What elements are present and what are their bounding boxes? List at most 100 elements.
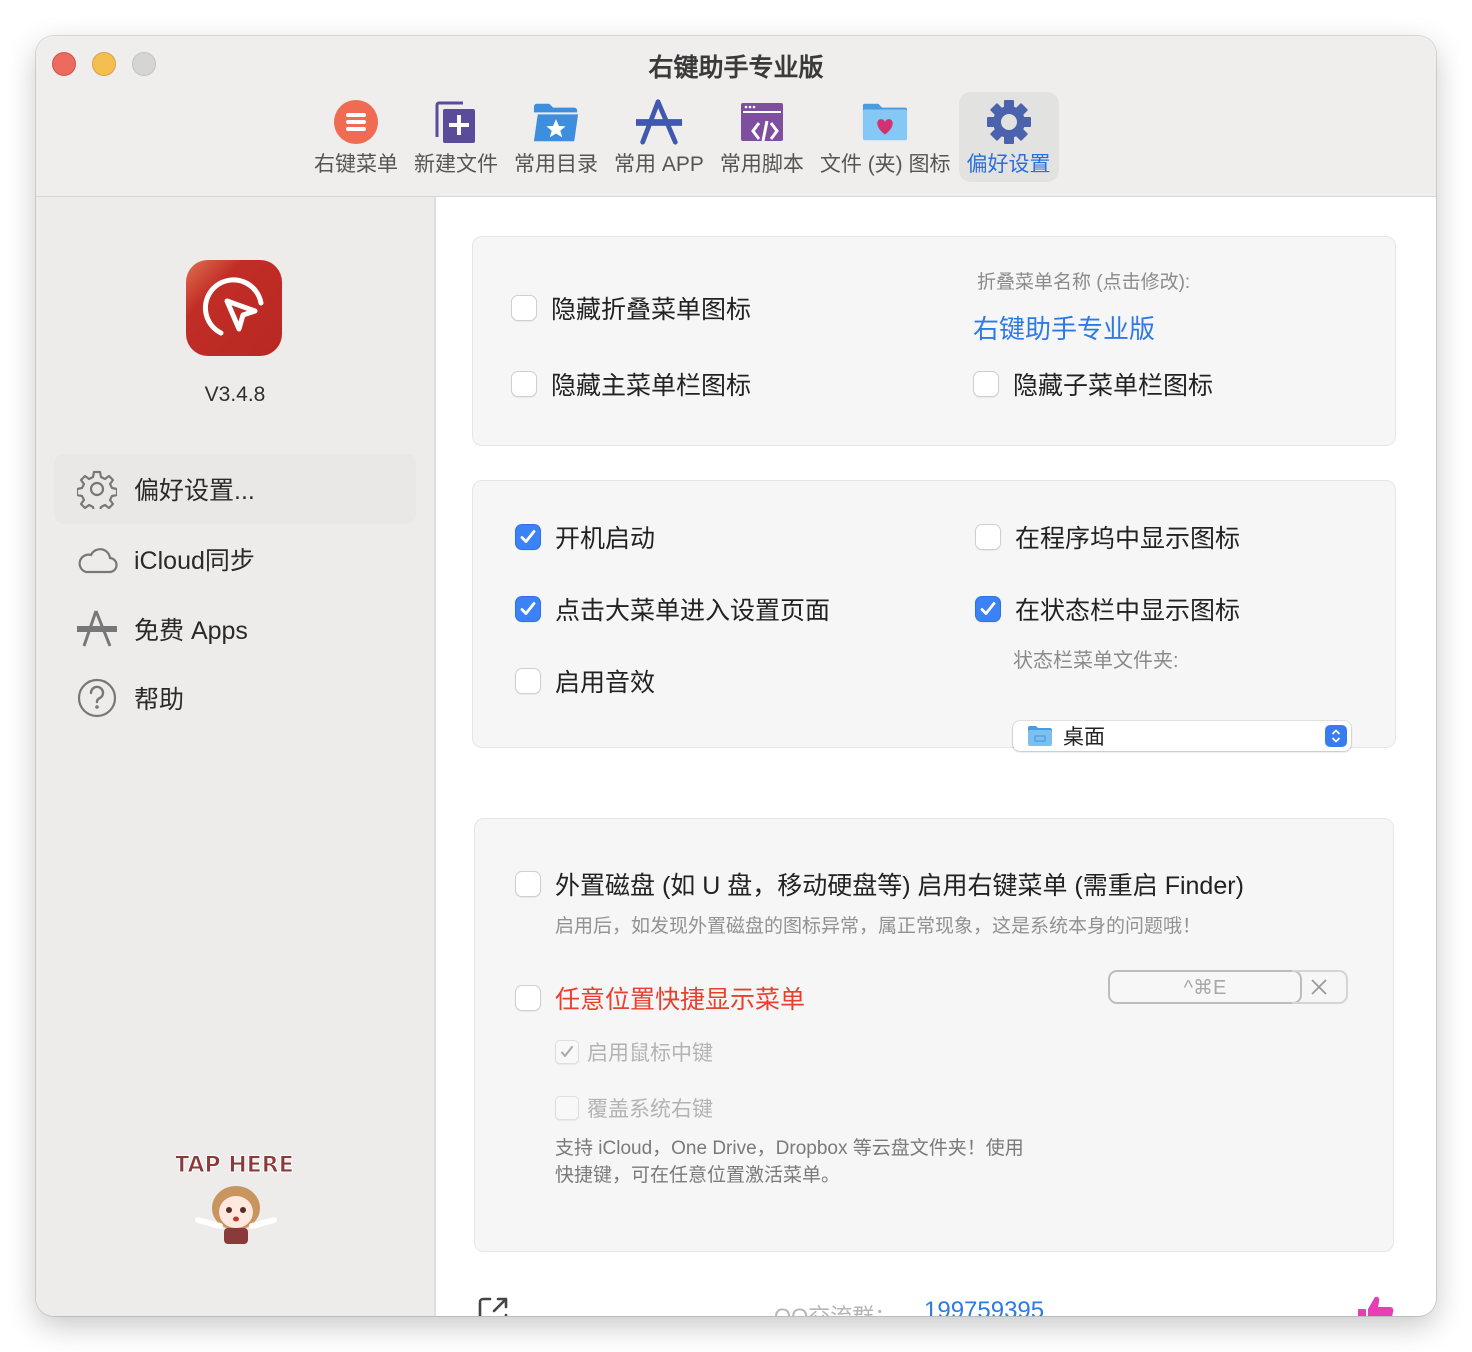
sidebar: V3.4.8 偏好设置... iCloud同步 免费 Apps 帮助 TAP H… [36,197,436,1316]
checkbox-label: 开机启动 [555,525,656,553]
tab-label: 新建文件 [414,153,498,176]
show-in-dock-checkbox[interactable]: 在程序坞中显示图标 [975,519,1240,555]
checkbox [555,1096,579,1120]
favorite-folder-icon [532,98,580,146]
note-line: 支持 iCloud，One Drive，Dropbox 等云盘文件夹！使用 [555,1138,1024,1159]
enable-sound-checkbox[interactable]: 启用音效 [515,663,655,699]
app-store-icon [635,98,683,146]
tab-favorite-apps[interactable]: 常用 APP [606,92,712,182]
collapse-menu-name-link[interactable]: 右键助手专业版 [973,309,1155,346]
checkbox-label: 覆盖系统右键 [587,1098,713,1121]
clear-shortcut-button[interactable] [1292,970,1348,1004]
checkbox[interactable] [975,596,1001,622]
app-window: 右键助手专业版 右键菜单 新建文件 常用目录 常用 APP 常用脚本 文件 (夹… [36,36,1436,1316]
app-version: V3.4.8 [204,383,266,406]
window-title: 右键助手专业版 [648,54,824,82]
checkmark-icon [561,1046,573,1057]
tab-new-file[interactable]: 新建文件 [406,92,506,182]
statusbar-folder-hint: 状态栏菜单文件夹: [1013,650,1179,672]
checkbox[interactable] [515,668,541,694]
tab-label: 常用脚本 [719,153,804,176]
checkbox-label: 隐藏折叠菜单图标 [551,296,752,324]
help-icon [76,677,118,719]
gear-icon [985,98,1033,146]
hide-submenu-icon-checkbox[interactable]: 隐藏子菜单栏图标 [973,366,1213,402]
statusbar-folder-select[interactable]: 桌面 [1013,721,1351,751]
tab-label: 常用 APP [614,153,704,176]
toolbar: 右键菜单 新建文件 常用目录 常用 APP 常用脚本 文件 (夹) 图标 偏好设… [306,92,1059,182]
external-link-icon [478,1297,508,1316]
checkbox [555,1040,579,1064]
checkbox[interactable] [973,371,999,397]
cloud-folder-note: 支持 iCloud，One Drive，Dropbox 等云盘文件夹！使用 快捷… [555,1135,1024,1189]
script-icon [738,98,786,146]
override-right-click-checkbox: 覆盖系统右键 [555,1093,713,1123]
thumbs-up-icon [1358,1296,1394,1316]
click-big-menu-checkbox[interactable]: 点击大菜单进入设置页面 [515,591,830,627]
gear-icon [76,468,118,510]
app-logo [186,260,282,356]
checkbox[interactable] [511,295,537,321]
general-settings-group: 开机启动 点击大菜单进入设置页面 启用音效 在程序坞中显示图标 在状态栏中显示图… [472,480,1396,748]
sidebar-item-preferences[interactable]: 偏好设置... [54,454,416,524]
shortcut-recorder[interactable]: ^⌘E [1108,970,1302,1004]
show-in-statusbar-checkbox[interactable]: 在状态栏中显示图标 [975,591,1240,627]
qq-group-label: QQ交流群： [774,1299,896,1316]
anywhere-menu-checkbox[interactable]: 任意位置快捷显示菜单 [515,980,805,1016]
open-external-button[interactable] [476,1295,510,1316]
checkbox-label: 启用音效 [555,669,656,697]
checkbox[interactable] [515,596,541,622]
checkbox[interactable] [975,524,1001,550]
launch-at-login-checkbox[interactable]: 开机启动 [515,519,655,555]
hide-collapse-menu-icon-checkbox[interactable]: 隐藏折叠菜单图标 [511,290,751,326]
select-value: 桌面 [1063,726,1105,749]
tab-label: 文件 (夹) 图标 [819,153,951,176]
tab-label: 偏好设置 [966,153,1051,176]
checkbox[interactable] [515,985,541,1011]
sidebar-item-help[interactable]: 帮助 [54,663,416,733]
menu-icon-settings-group: 隐藏折叠菜单图标 隐藏主菜单栏图标 折叠菜单名称 (点击修改): 右键助手专业版… [472,236,1396,446]
checkmark-icon [520,602,536,615]
checkmark-icon [980,602,996,615]
sidebar-item-label: iCloud同步 [134,547,255,575]
tab-scripts[interactable]: 常用脚本 [712,92,812,182]
new-file-icon [432,98,480,146]
external-disk-checkbox[interactable]: 外置磁盘 (如 U 盘，移动硬盘等) 启用右键菜单 (需重启 Finder) [515,866,1244,902]
sidebar-item-label: 偏好设置... [134,477,255,505]
middle-click-checkbox: 启用鼠标中键 [555,1037,713,1067]
close-icon [1311,979,1327,995]
checkbox-label: 任意位置快捷显示菜单 [555,986,806,1014]
checkbox-label: 点击大菜单进入设置页面 [555,597,831,625]
collapse-menu-name-hint: 折叠菜单名称 (点击修改): [977,272,1191,293]
checkmark-icon [520,530,536,543]
checkbox-label: 在状态栏中显示图标 [1015,597,1241,625]
checkbox[interactable] [515,871,541,897]
qq-group-number[interactable]: 199759395 [924,1297,1044,1316]
checkbox-label: 隐藏子菜单栏图标 [1013,372,1214,400]
like-button[interactable] [1356,1293,1396,1316]
advanced-settings-group: 外置磁盘 (如 U 盘，移动硬盘等) 启用右键菜单 (需重启 Finder) 启… [474,818,1394,1252]
checkbox-label: 在程序坞中显示图标 [1015,525,1241,553]
folder-icon [1028,726,1052,746]
external-disk-note: 启用后，如发现外置磁盘的图标异常，属正常现象，这是系统本身的问题哦！ [555,916,1202,937]
tab-label: 右键菜单 [314,153,398,176]
tab-preferences[interactable]: 偏好设置 [958,92,1059,182]
main-panel: 隐藏折叠菜单图标 隐藏主菜单栏图标 折叠菜单名称 (点击修改): 右键助手专业版… [436,197,1436,1316]
sidebar-item-icloud-sync[interactable]: iCloud同步 [54,524,416,594]
context-menu-icon [332,98,380,146]
checkbox[interactable] [511,371,537,397]
note-line: 快捷键，可在任意位置激活菜单。 [555,1165,841,1186]
checkbox-label: 隐藏主菜单栏图标 [551,372,752,400]
hide-main-menu-icon-checkbox[interactable]: 隐藏主菜单栏图标 [511,366,751,402]
cloud-icon [76,538,118,580]
app-store-icon [76,608,118,650]
tab-file-folder-icons[interactable]: 文件 (夹) 图标 [812,92,959,182]
sidebar-item-label: 免费 Apps [134,617,248,645]
tab-favorite-folders[interactable]: 常用目录 [506,92,606,182]
sidebar-item-free-apps[interactable]: 免费 Apps [54,594,416,664]
tab-context-menu[interactable]: 右键菜单 [306,92,406,182]
checkbox[interactable] [515,524,541,550]
checkbox-label: 外置磁盘 (如 U 盘，移动硬盘等) 启用右键菜单 (需重启 Finder) [555,872,1244,900]
chevron-up-down-icon [1325,725,1347,747]
tap-here-mascot[interactable]: TAP HERE [174,1142,296,1252]
